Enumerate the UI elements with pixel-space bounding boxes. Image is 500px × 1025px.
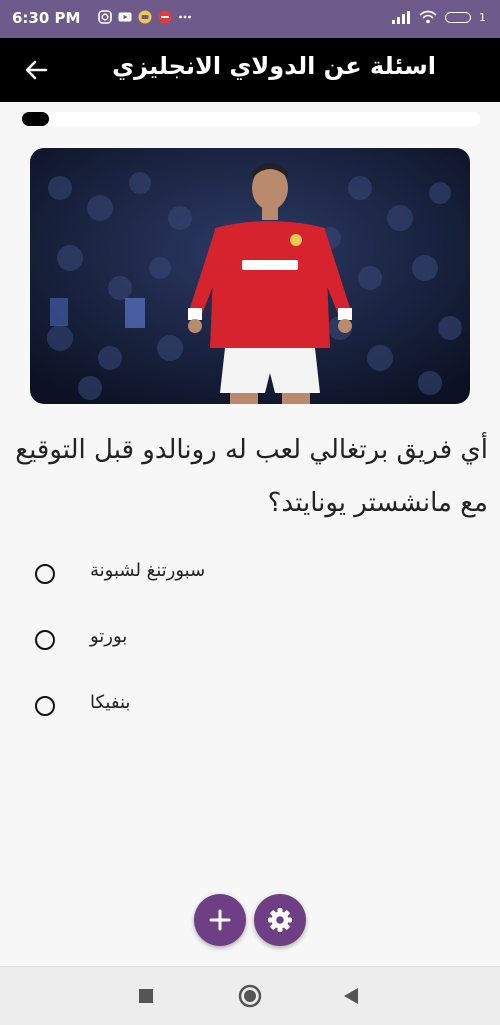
answer-option-label: بورتو: [90, 626, 128, 647]
answer-option[interactable]: بورتو: [0, 620, 500, 660]
system-icons: 1: [391, 10, 486, 24]
quiz-progress-fill: [22, 112, 50, 126]
recent-apps-square-icon[interactable]: [138, 988, 154, 1004]
wifi-icon: [419, 10, 437, 24]
answer-option[interactable]: سبورتنغ لشبونة: [0, 554, 500, 594]
status-bar: 6:30 PM 1: [0, 0, 500, 38]
status-time: 6:30 PM: [12, 9, 81, 27]
answer-option-label: سبورتنغ لشبونة: [90, 560, 206, 581]
system-nav-bar: [0, 966, 500, 1025]
quiz-progress-bar: [22, 112, 480, 126]
app-icon: [138, 10, 152, 24]
add-button[interactable]: [194, 894, 246, 946]
notification-icons: [98, 10, 192, 24]
home-circle-icon[interactable]: [238, 984, 262, 1008]
app-icon-red: [158, 10, 172, 24]
radio-button[interactable]: [35, 564, 55, 584]
battery-icon: [445, 11, 471, 23]
youtube-icon: [118, 12, 132, 22]
answer-option[interactable]: بنفيكا: [0, 686, 500, 726]
radio-button[interactable]: [35, 630, 55, 650]
question-image: [30, 148, 470, 404]
instagram-icon: [98, 10, 112, 24]
app-bar: اسئلة عن الدولاي الانجليزي: [0, 38, 500, 102]
more-dots-icon: [179, 15, 191, 19]
player-photo: [30, 148, 470, 404]
plus-icon: [209, 909, 231, 931]
arrow-left-icon[interactable]: [22, 56, 50, 84]
gear-icon: [268, 908, 292, 932]
radio-button[interactable]: [35, 696, 55, 716]
signal-icon: [392, 11, 410, 24]
back-triangle-icon[interactable]: [342, 987, 360, 1005]
answer-option-label: بنفيكا: [90, 692, 131, 713]
battery-level: 1: [479, 10, 486, 24]
page-title: اسئلة عن الدولاي الانجليزي: [112, 52, 436, 80]
question-text: أي فريق برتغالي لعب له رونالدو قبل التوق…: [15, 435, 488, 518]
settings-button[interactable]: [254, 894, 306, 946]
